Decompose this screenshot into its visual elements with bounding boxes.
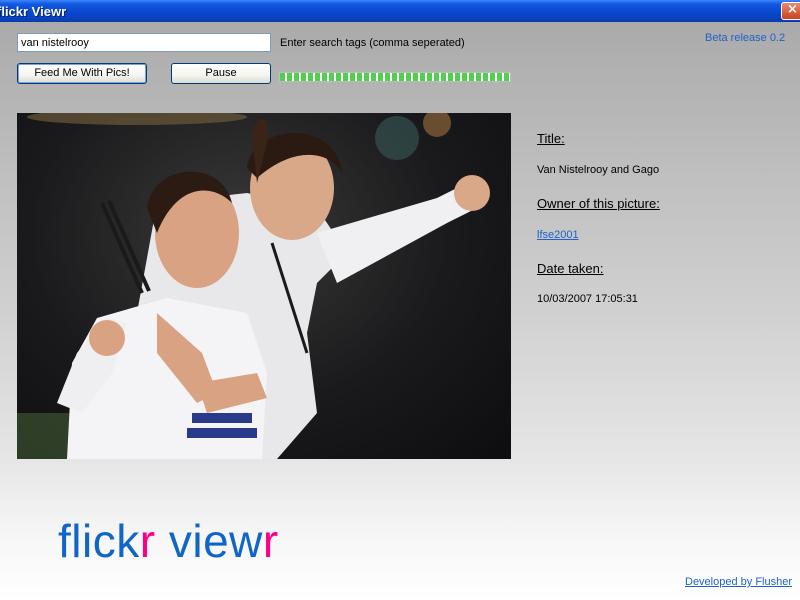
logo-part-2: r [139,515,156,567]
date-value: 10/03/2007 17:05:31 [537,293,638,305]
flickr-viewr-logo: flickr viewr [58,518,279,564]
version-label: Beta release 0.2 [705,32,786,44]
search-hint-label: Enter search tags (comma seperated) [280,37,465,49]
logo-part-3: view [155,515,263,567]
search-tags-input[interactable] [17,33,271,52]
title-heading: Title: [537,131,565,146]
pause-button[interactable]: Pause [171,63,271,84]
date-heading: Date taken: [537,261,604,276]
owner-heading: Owner of this picture: [537,196,660,211]
owner-link[interactable]: lfse2001 [537,229,579,241]
title-value: Van Nistelrooy and Gago [537,164,660,176]
developed-by-link[interactable]: Developed by Flusher [685,576,792,588]
app-window: flickr Viewr × Enter search tags (comma … [0,0,800,600]
progress-fill [280,73,510,81]
progress-bar [279,72,511,82]
close-button[interactable]: × [781,2,800,20]
photo-icon [17,113,490,459]
logo-part-4: r [262,515,279,567]
window-title: flickr Viewr [0,4,67,19]
photo-display [17,113,511,459]
title-bar[interactable]: flickr Viewr × [0,0,800,22]
logo-part-1: flick [58,515,140,567]
feed-me-button[interactable]: Feed Me With Pics! [17,63,147,84]
close-icon: × [787,2,798,17]
